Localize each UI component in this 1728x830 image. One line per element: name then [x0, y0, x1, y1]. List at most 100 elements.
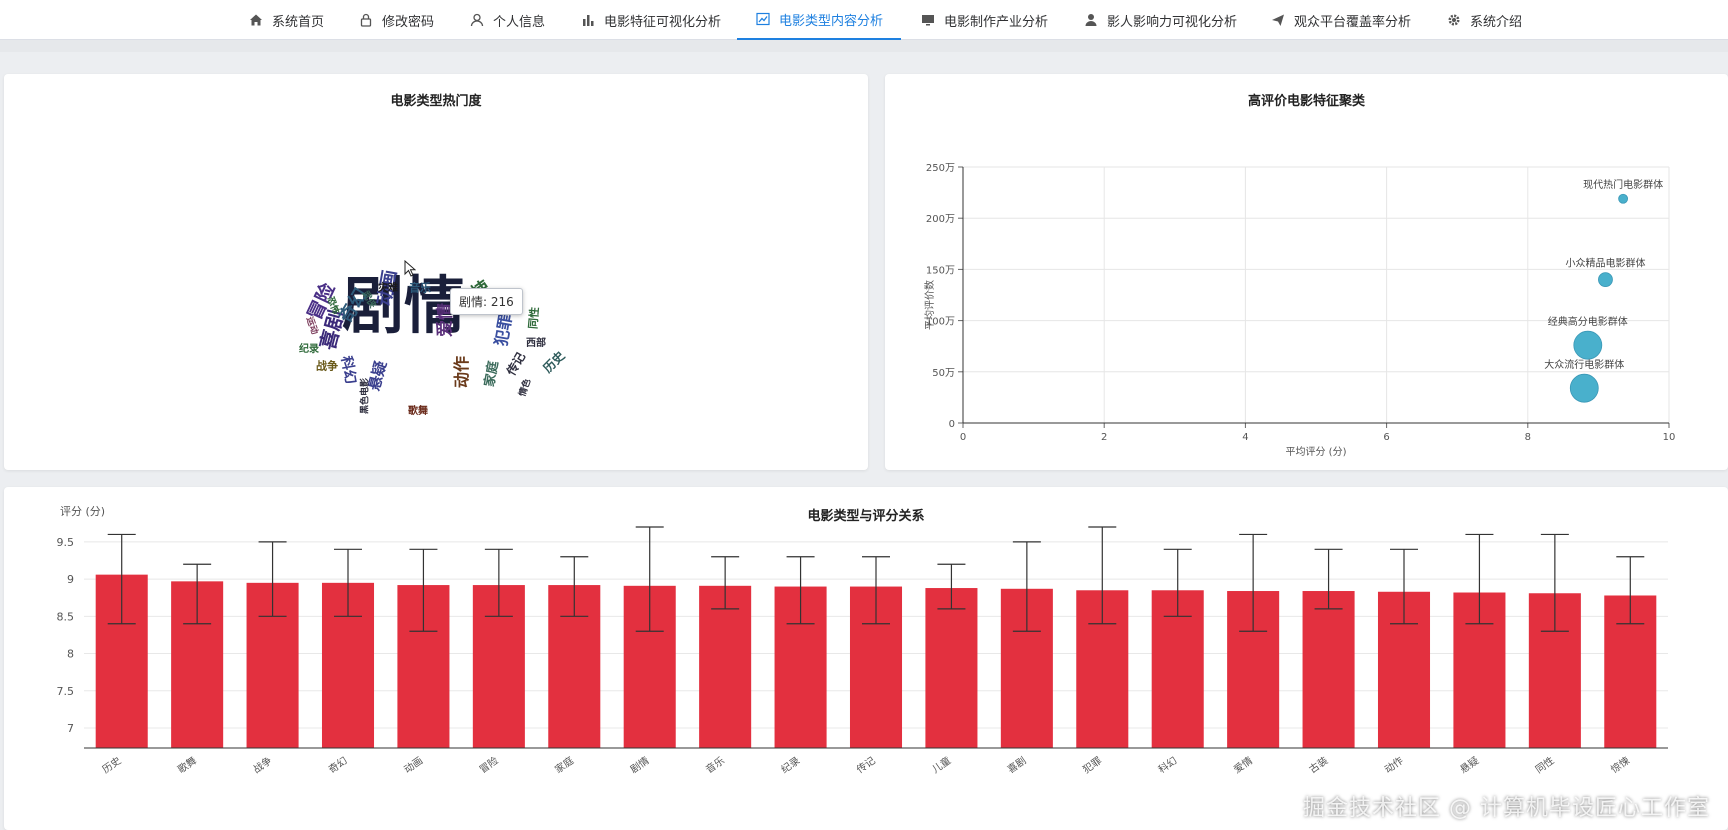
x-tick-label: 家庭: [552, 754, 576, 776]
watermark: 掘金技术社区 @ 计算机毕设匠心工作室: [1303, 796, 1710, 821]
cluster-scatter-chart: 0 2 4 6 8 10050万100万150万200万250万平均评分 (分)平均评价数…: [923, 163, 1676, 458]
x-tick-label: 8: [1525, 432, 1531, 443]
nav-item-label: 修改密码: [382, 14, 435, 30]
x-tick-label: 2: [1101, 432, 1107, 443]
x-tick-label: 10: [1663, 432, 1676, 443]
top-nav: 系统首页 修改密码 个人信息 电影特征可视化分析 电影类型内容分析 电影制作产业…: [0, 0, 1728, 40]
line-chart-icon: [755, 11, 771, 27]
nav-item-platform-coverage[interactable]: 观众平台覆盖率分析: [1270, 0, 1411, 40]
cluster-point: [1598, 272, 1613, 288]
wordcloud-word[interactable]: 歌舞: [408, 407, 428, 417]
genre-rating-bar-chart: 7 7.5 8 8.5 9 9.5 评分 (分) 历史 歌舞 战争 奇幻 动画 冒险 家庭 剧情 音乐 纪录 传记…: [57, 505, 1668, 776]
cluster-label: 经典高分电影群体: [1548, 315, 1628, 328]
x-tick-label: 纪录: [779, 755, 802, 776]
wordcloud-word[interactable]: 灾难: [378, 284, 398, 294]
nav-item-profile[interactable]: 个人信息: [469, 0, 545, 40]
wordcloud-word[interactable]: 传记: [504, 350, 528, 378]
nav-item-label: 电影类型内容分析: [779, 13, 884, 29]
cluster-point: [1573, 330, 1603, 360]
x-tick-label: 儿童: [929, 754, 953, 776]
nav-item-label: 个人信息: [493, 14, 546, 30]
nav-item-label: 电影特征可视化分析: [604, 14, 722, 30]
bar: [1302, 591, 1355, 748]
wordcloud-word[interactable]: 家庭: [482, 360, 501, 388]
x-tick-label: 古装: [1306, 754, 1330, 776]
x-tick-label: 悬疑: [1458, 755, 1481, 776]
x-tick-label: 犯罪: [1081, 755, 1104, 776]
x-tick-label: 冒险: [477, 754, 501, 776]
x-tick-label: 0: [960, 432, 966, 443]
wordcloud-word[interactable]: 音乐: [409, 283, 431, 294]
bar-chart-icon: [580, 12, 596, 28]
wordcloud-word[interactable]: 动作: [452, 356, 471, 388]
lock-icon: [358, 12, 374, 28]
cluster-point: [1569, 373, 1599, 403]
bar: [699, 585, 752, 748]
x-tick-label: 4: [1242, 432, 1248, 443]
x-tick-label: 剧情: [628, 754, 652, 776]
nav-item-change-password[interactable]: 修改密码: [358, 0, 434, 40]
cluster-point: [1618, 193, 1629, 204]
wordcloud-word[interactable]: 战争: [316, 361, 338, 372]
x-tick-label: 战争: [250, 754, 274, 776]
nav-item-industry[interactable]: 电影制作产业分析: [920, 0, 1048, 40]
wordcloud-word[interactable]: 犯罪: [491, 312, 515, 347]
x-tick-label: 历史: [100, 755, 123, 776]
x-tick-label: 惊悚: [1608, 754, 1632, 776]
x-axis-label: 平均评分 (分): [1286, 446, 1347, 458]
y-tick-label: 0: [949, 419, 955, 430]
y-tick-label: 250万: [926, 163, 955, 174]
y-axis-label: 平均评价数: [923, 280, 936, 330]
x-tick-label: 歌舞: [175, 754, 199, 776]
monitor-icon: [920, 12, 936, 28]
bar-card: 电影类型与评分关系 7 7.5 8 8.5 9 9.5 评分 (分) 历史 歌舞 战争 奇幻 动画 冒险…: [4, 487, 1728, 830]
x-tick-label: 同性: [1533, 754, 1557, 776]
wordcloud-word[interactable]: 历史: [541, 349, 568, 376]
cluster-card: 高评价电影特征聚类 0 2 4 6 8 10 0 50万 100万 150万 200万 250万 平均评…: [885, 74, 1728, 470]
x-tick-label: 6: [1383, 432, 1389, 443]
mouse-cursor-shape: [404, 260, 416, 277]
y-axis-label: 评分 (分): [60, 505, 105, 518]
nav-item-movie-features[interactable]: 电影特征可视化分析: [580, 0, 721, 40]
user-outline-icon: [469, 12, 485, 28]
nav-item-label: 影人影响力可视化分析: [1107, 14, 1238, 30]
cluster-label: 现代热门电影群体: [1583, 178, 1663, 191]
wordcloud-word[interactable]: 情色: [518, 378, 534, 398]
wordcloud-word[interactable]: 科幻: [338, 355, 359, 385]
y-tick-label: 150万: [926, 265, 955, 276]
sub-toolbar: [0, 40, 1728, 52]
nav-item-label: 电影制作产业分析: [944, 14, 1049, 30]
mouse-cursor-icon: [404, 260, 416, 277]
x-tick-label: 奇幻: [326, 754, 350, 776]
x-tick-label: 喜剧: [1005, 754, 1029, 776]
wordcloud-word[interactable]: 纪录: [299, 345, 319, 355]
wordcloud-card: 电影类型热门度 剧情喜剧动画冒险奇幻惊悚爱情犯罪悬疑科幻动作家庭传记音乐灾难武侠…: [4, 74, 868, 470]
nav-item-about[interactable]: 系统介绍: [1446, 0, 1522, 40]
bar: [925, 588, 978, 748]
x-tick-label: 科幻: [1156, 754, 1180, 776]
home-icon: [248, 12, 264, 28]
x-tick-label: 传记: [854, 755, 877, 776]
y-tick-label: 200万: [926, 214, 955, 225]
y-tick-label: 9: [67, 573, 74, 586]
y-tick-label: 9.5: [57, 536, 75, 549]
wordcloud-tooltip: 剧情: 216: [450, 288, 523, 315]
cluster-label: 大众流行电影群体: [1544, 358, 1624, 371]
nav-item-label: 系统介绍: [1470, 14, 1523, 30]
user-solid-icon: [1083, 12, 1099, 28]
wordcloud-word[interactable]: 同性: [527, 306, 542, 329]
y-tick-label: 50万: [932, 368, 955, 379]
gear-icon: [1446, 12, 1462, 28]
nav-item-label: 系统首页: [272, 14, 325, 30]
nav-item-influence[interactable]: 影人影响力可视化分析: [1083, 0, 1237, 40]
genre-wordcloud: 剧情喜剧动画冒险奇幻惊悚爱情犯罪悬疑科幻动作家庭传记音乐灾难武侠恐怖运动纪录战争…: [4, 74, 868, 470]
wordcloud-word[interactable]: 西部: [526, 339, 546, 349]
x-tick-label: 动画: [402, 755, 425, 776]
x-tick-label: 音乐: [703, 754, 727, 776]
nav-item-home[interactable]: 系统首页: [248, 0, 324, 40]
wordcloud-word[interactable]: 黑色电影: [361, 378, 371, 414]
y-tick-label: 7.5: [57, 685, 75, 698]
nav-item-genre-analysis[interactable]: 电影类型内容分析: [737, 0, 902, 40]
x-tick-label: 爱情: [1231, 754, 1255, 776]
y-tick-label: 7: [67, 722, 74, 735]
